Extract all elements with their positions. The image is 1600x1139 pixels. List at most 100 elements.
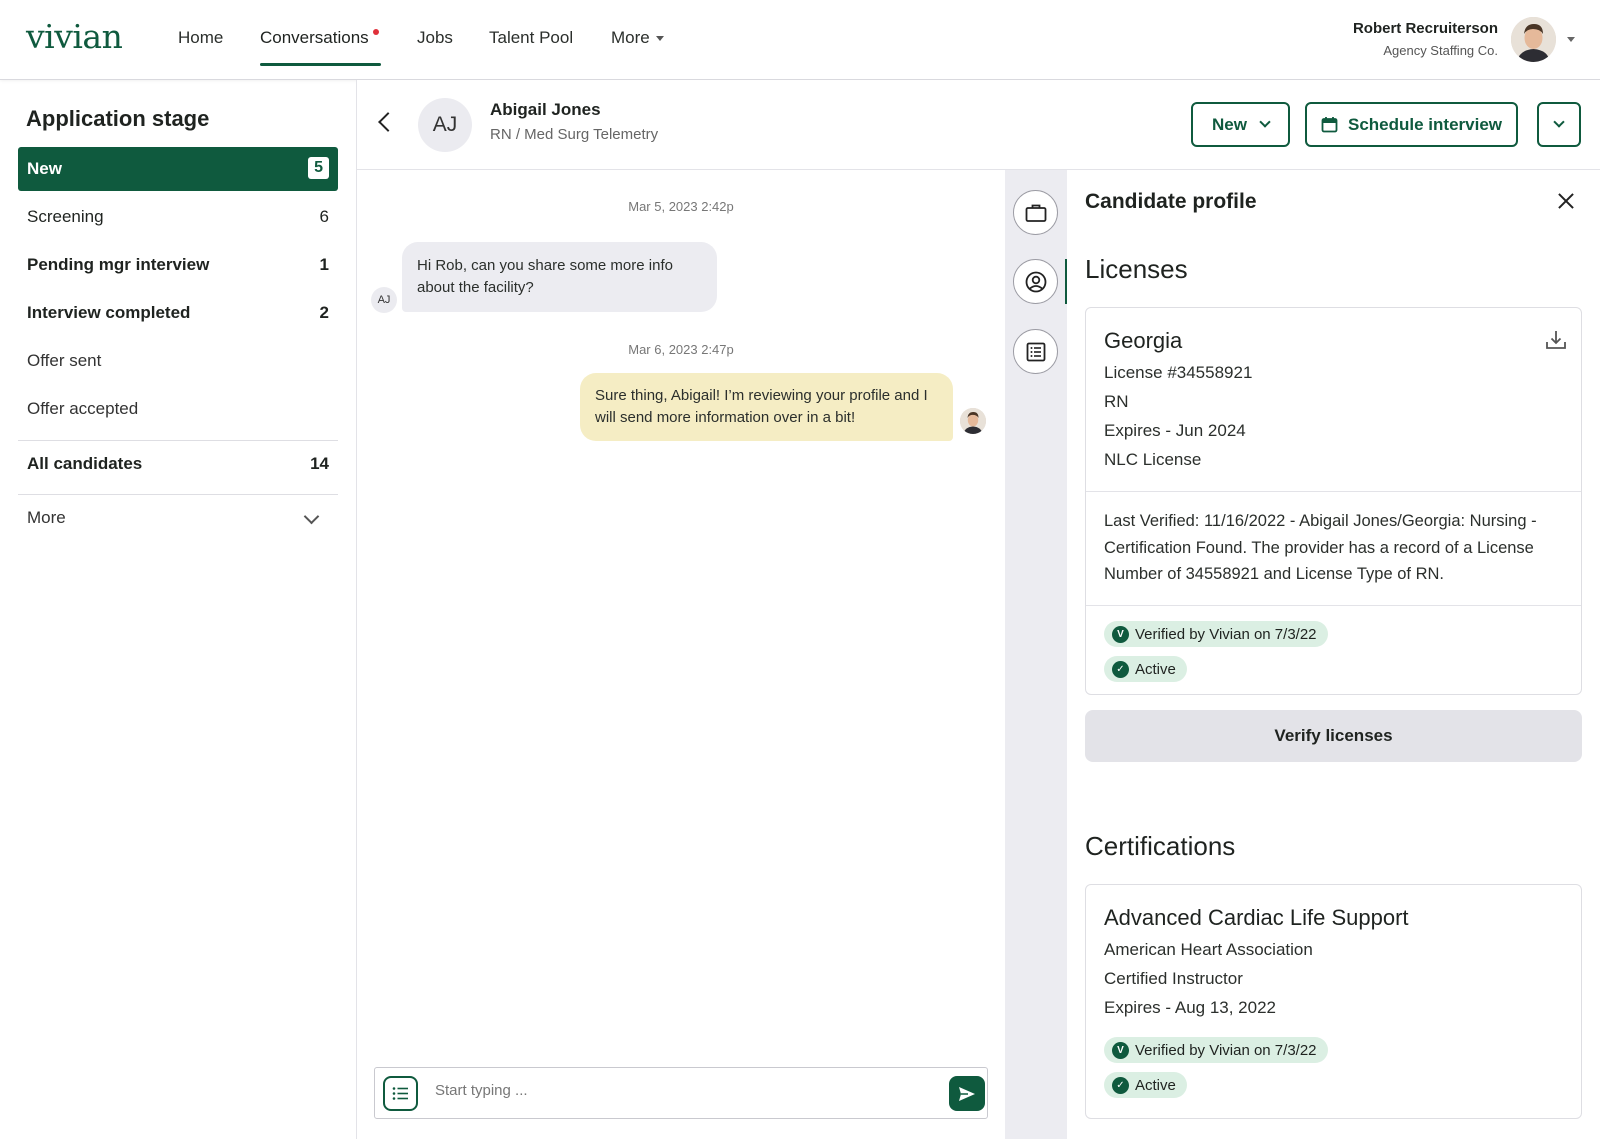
nav-jobs[interactable]: Jobs (417, 28, 453, 48)
chevron-down-icon (1553, 116, 1565, 128)
stage-label: Offer accepted (27, 399, 139, 418)
verify-licenses-button[interactable]: Verify licenses (1085, 710, 1582, 762)
nav-more-label: More (611, 28, 650, 47)
application-stage-sidebar: Application stage New 5 Screening 6 Pend… (0, 80, 357, 1139)
certifications-heading: Certifications (1085, 831, 1236, 861)
sidebar-divider (18, 440, 338, 441)
license-state: Georgia (1104, 328, 1183, 353)
check-badge-icon: ✓ (1112, 1076, 1129, 1094)
stage-pending-mgr-interview[interactable]: Pending mgr interview 1 (18, 243, 338, 287)
vivian-v-icon: V (1112, 625, 1129, 643)
verified-badge: V Verified by Vivian on 7/3/22 (1104, 621, 1328, 647)
profile-icon-rail (1005, 170, 1067, 1139)
message-timestamp: Mar 5, 2023 2:42p (628, 199, 734, 214)
active-nav-indicator (260, 63, 381, 66)
sender-avatar: AJ (371, 287, 397, 313)
user-avatar[interactable] (1511, 17, 1556, 62)
active-badge-label: Active (1135, 1076, 1176, 1094)
stage-count: 14 (310, 454, 329, 473)
license-number: License #34558921 (1104, 363, 1253, 382)
chevron-down-icon (1259, 116, 1271, 128)
license-expiry: Expires - Jun 2024 (1104, 421, 1246, 440)
stage-label: Offer sent (27, 351, 102, 370)
sidebar-divider (18, 494, 338, 495)
nav-conversations[interactable]: Conversations (260, 28, 369, 48)
active-badge: ✓ Active (1104, 656, 1187, 682)
incoming-message-bubble: Hi Rob, can you share some more info abo… (402, 242, 717, 312)
card-divider (1086, 605, 1581, 606)
verified-badge: V Verified by Vivian on 7/3/22 (1104, 1037, 1328, 1063)
certification-card: Advanced Cardiac Life Support American H… (1085, 884, 1582, 1119)
user-name: Robert Recruiterson (1352, 20, 1498, 37)
user-company: Agency Staffing Co. (1383, 43, 1498, 58)
stage-count: 6 (319, 207, 329, 226)
rail-job-button[interactable] (1013, 190, 1058, 235)
stage-count: 1 (319, 255, 329, 274)
stage-offer-accepted[interactable]: Offer accepted (18, 387, 338, 431)
licenses-heading: Licenses (1085, 254, 1188, 284)
user-photo-icon (1511, 17, 1556, 62)
conversation-header: AJ Abigail Jones RN / Med Surg Telemetry… (357, 80, 1600, 170)
active-badge: ✓ Active (1104, 1072, 1187, 1098)
profile-panel-title: Candidate profile (1085, 190, 1257, 213)
certification-role: Certified Instructor (1104, 969, 1243, 988)
rail-details-button[interactable] (1013, 329, 1058, 374)
sidebar-more-toggle[interactable]: More (18, 496, 338, 540)
sidebar-more-label: More (27, 508, 66, 527)
more-actions-button[interactable] (1537, 102, 1581, 147)
close-icon[interactable] (1555, 190, 1577, 212)
schedule-interview-button[interactable]: Schedule interview (1305, 102, 1518, 147)
user-circle-icon (1025, 271, 1046, 292)
nav-talent-pool[interactable]: Talent Pool (489, 28, 573, 48)
message-timestamp: Mar 6, 2023 2:47p (628, 342, 734, 357)
back-arrow-icon[interactable] (378, 112, 398, 132)
nav-more[interactable]: More (611, 28, 664, 48)
stage-screening[interactable]: Screening 6 (18, 195, 338, 239)
certification-name: Advanced Cardiac Life Support (1104, 905, 1409, 930)
chat-thread: Mar 5, 2023 2:42p AJ Hi Rob, can you sha… (357, 170, 1005, 1139)
outgoing-message-bubble: Sure thing, Abigail! I’m reviewing your … (580, 373, 953, 441)
candidate-role: RN / Med Surg Telemetry (490, 126, 659, 143)
templates-list-button[interactable] (383, 1076, 418, 1111)
message-composer (374, 1067, 988, 1119)
user-photo-icon (960, 408, 986, 434)
caret-down-icon (655, 36, 664, 42)
vivian-v-icon: V (1112, 1041, 1129, 1059)
card-divider (1086, 491, 1581, 492)
stage-new[interactable]: New 5 (18, 147, 338, 191)
download-icon[interactable] (1544, 328, 1568, 352)
list-icon (1026, 342, 1045, 361)
stage-offer-sent[interactable]: Offer sent (18, 339, 338, 383)
stage-label: New (27, 159, 62, 178)
vivian-logo[interactable]: vivian (26, 17, 123, 56)
check-badge-icon: ✓ (1112, 660, 1129, 678)
user-menu-caret-icon[interactable] (1567, 37, 1575, 42)
stage-count: 2 (319, 303, 329, 322)
sidebar-title: Application stage (26, 106, 210, 131)
stage-all-candidates[interactable]: All candidates 14 (18, 442, 338, 486)
certification-expiry: Expires - Aug 13, 2022 (1104, 998, 1277, 1017)
license-verification-note: Last Verified: 11/16/2022 - Abigail Jone… (1104, 512, 1537, 583)
briefcase-icon (1025, 204, 1046, 222)
certification-issuer: American Heart Association (1104, 940, 1313, 959)
stage-interview-completed[interactable]: Interview completed 2 (18, 291, 338, 335)
stage-dropdown-button[interactable]: New (1191, 102, 1290, 147)
calendar-icon (1321, 117, 1338, 133)
candidate-avatar: AJ (418, 98, 472, 152)
rail-profile-button[interactable] (1013, 259, 1058, 304)
stage-label: Screening (27, 207, 104, 226)
nav-home[interactable]: Home (178, 28, 223, 48)
stage-dropdown-label: New (1212, 114, 1247, 134)
schedule-interview-label: Schedule interview (1348, 114, 1502, 134)
stage-count-badge: 5 (308, 157, 329, 179)
message-input[interactable] (435, 1082, 905, 1099)
recruiter-avatar (960, 408, 986, 434)
list-icon (392, 1087, 408, 1100)
license-kind: NLC License (1104, 450, 1202, 469)
stage-label: Interview completed (27, 303, 191, 322)
candidate-profile-panel: Candidate profile Licenses Georgia Licen… (1067, 170, 1600, 1139)
candidate-name: Abigail Jones (490, 100, 601, 119)
license-card: Georgia License #34558921 RN Expires - J… (1085, 307, 1582, 695)
verified-badge-label: Verified by Vivian on 7/3/22 (1135, 625, 1317, 643)
send-button[interactable] (949, 1076, 985, 1111)
